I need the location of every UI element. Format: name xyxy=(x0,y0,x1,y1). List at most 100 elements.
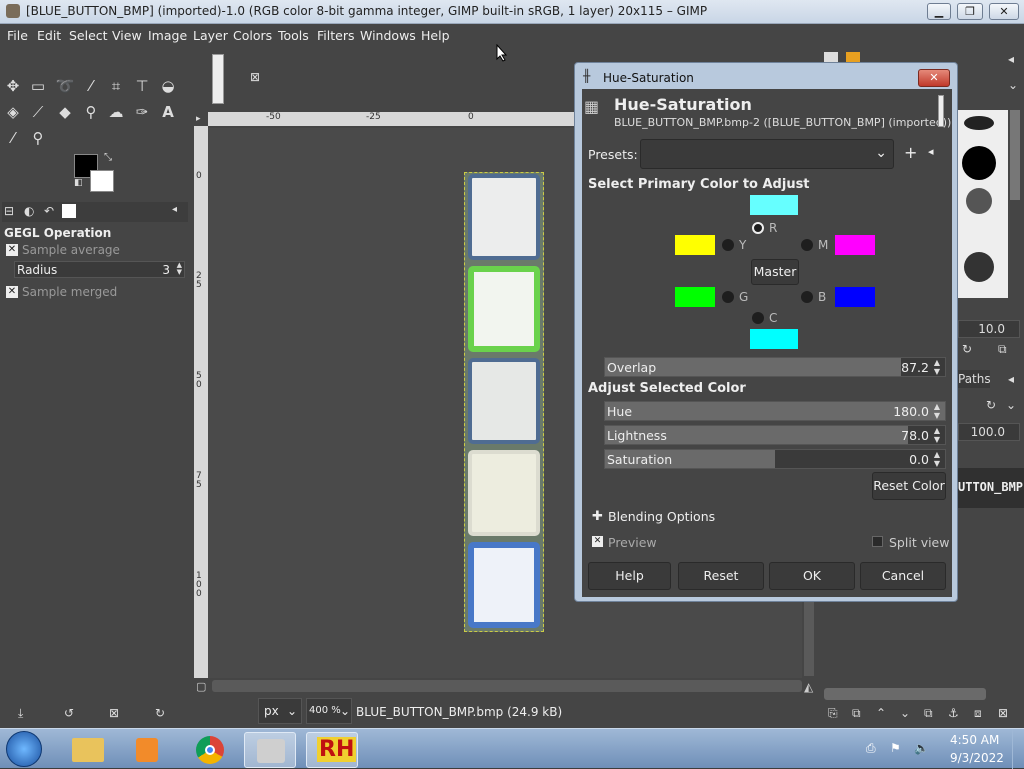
overlap-slider[interactable]: Overlap 87.2 ▲ ▼ xyxy=(604,357,946,377)
zoom-select[interactable]: 400 % ⌄ xyxy=(306,698,352,724)
clone-icon[interactable]: ⚲ xyxy=(81,102,101,122)
radius-spinner[interactable]: Radius 3 ▲ ▼ xyxy=(14,261,185,278)
layers-scrollbar[interactable] xyxy=(824,688,986,700)
duplicate-layer-icon[interactable]: ⧉ xyxy=(924,706,933,721)
refresh-brushes-icon[interactable]: ↻ xyxy=(962,342,972,356)
reset-options-icon[interactable]: ↻ xyxy=(155,706,165,720)
fuzzy-select-icon[interactable]: ⁄ xyxy=(81,76,101,96)
navigate-icon[interactable]: ◭ xyxy=(804,680,813,694)
anchor-layer-icon[interactable]: ⚓ xyxy=(948,706,959,720)
delete-options-icon[interactable]: ⊠ xyxy=(109,706,119,720)
opacity-field[interactable]: 100.0 xyxy=(958,423,1020,441)
brush-scrollbar[interactable] xyxy=(1010,110,1020,200)
eraser-icon[interactable]: ◆ xyxy=(55,102,75,122)
raise-layer-icon[interactable]: ⌃ xyxy=(876,706,886,720)
spin-arrows-icon[interactable]: ▲ ▼ xyxy=(931,358,943,376)
clock-date[interactable]: 9/3/2022 xyxy=(950,751,1004,765)
move-tool-icon[interactable]: ✥ xyxy=(3,76,23,96)
help-button[interactable]: Help xyxy=(588,562,671,590)
rect-select-icon[interactable]: ▭ xyxy=(28,76,48,96)
radio-c[interactable] xyxy=(752,312,764,324)
menu-select[interactable]: Select xyxy=(69,28,108,43)
zoom-tool-icon[interactable]: ⚲ xyxy=(28,128,48,148)
close-image-tab-icon[interactable]: ⊠ xyxy=(250,70,260,84)
preset-menu-icon[interactable]: ◂ xyxy=(928,145,934,158)
action-center-icon[interactable]: ⚑ xyxy=(890,741,901,755)
lock-icon[interactable]: ↻ xyxy=(986,398,996,412)
split-view-checkbox[interactable] xyxy=(872,536,883,547)
chevron-down-icon[interactable]: ⌄ xyxy=(1006,398,1016,412)
save-options-icon[interactable]: ⤓ xyxy=(18,706,23,721)
resource-hacker-taskbar-icon[interactable]: RH xyxy=(306,732,358,768)
gimp-taskbar-icon[interactable] xyxy=(244,732,296,768)
smudge-icon[interactable]: ☁ xyxy=(106,102,126,122)
default-colors-icon[interactable]: ◧ xyxy=(74,178,83,188)
tab-menu-icon[interactable]: ◂ xyxy=(1008,52,1014,66)
spin-arrows-icon[interactable]: ▲ ▼ xyxy=(931,402,943,420)
mask-layer-icon[interactable]: ⧈ xyxy=(974,706,982,721)
add-preset-icon[interactable]: + xyxy=(904,143,917,162)
new-layer-group-icon[interactable]: ⧉ xyxy=(852,706,861,721)
horizontal-scrollbar[interactable] xyxy=(212,680,802,692)
lightness-slider[interactable]: Lightness 78.0 ▲ ▼ xyxy=(604,425,946,445)
warp-icon[interactable]: ◒ xyxy=(158,76,178,96)
text-tool-icon[interactable]: A xyxy=(158,102,178,122)
preview-checkbox[interactable]: ✕ xyxy=(592,536,603,547)
menu-layer[interactable]: Layer xyxy=(193,28,228,43)
quick-mask-toggle-icon[interactable]: ▢ xyxy=(196,680,206,693)
ok-button[interactable]: OK xyxy=(769,562,855,590)
start-button[interactable] xyxy=(6,731,42,767)
tab-menu-icon[interactable]: ◂ xyxy=(1008,372,1014,386)
radio-m[interactable] xyxy=(801,239,813,251)
images-tab-icon[interactable] xyxy=(62,204,76,218)
sample-average-checkbox[interactable]: ✕ xyxy=(6,244,18,256)
reset-color-button[interactable]: Reset Color xyxy=(872,472,946,500)
hue-slider[interactable]: Hue 180.0 ▲ ▼ xyxy=(604,401,946,421)
menu-help[interactable]: Help xyxy=(421,28,450,43)
network-icon[interactable]: ⎙ xyxy=(866,741,876,756)
menu-colors[interactable]: Colors xyxy=(233,28,272,43)
menu-tools[interactable]: Tools xyxy=(278,28,309,43)
chevron-down-icon[interactable]: ⌄ xyxy=(1008,78,1018,92)
maximize-button[interactable]: ❐ xyxy=(957,3,983,20)
radio-r[interactable] xyxy=(752,222,764,234)
unit-select[interactable]: px ⌄ xyxy=(258,698,302,724)
master-button[interactable]: Master xyxy=(751,259,799,285)
close-button[interactable]: ✕ xyxy=(989,3,1019,20)
blending-expander-icon[interactable]: ✚ xyxy=(592,509,603,524)
tool-options-tab-icon[interactable]: ⊟ xyxy=(4,204,14,218)
cancel-button[interactable]: Cancel xyxy=(860,562,946,590)
explorer-taskbar-icon[interactable] xyxy=(62,732,114,768)
brush-spacing-field[interactable]: 10.0 xyxy=(958,320,1020,338)
dialog-close-button[interactable]: ✕ xyxy=(918,69,950,87)
radio-g[interactable] xyxy=(722,291,734,303)
volume-icon[interactable]: 🔈 xyxy=(914,741,929,755)
delete-layer-icon[interactable]: ⊠ xyxy=(998,706,1008,720)
open-brush-icon[interactable]: ⧉ xyxy=(998,342,1007,357)
minimize-button[interactable]: ▁ xyxy=(927,3,951,20)
restore-options-icon[interactable]: ↺ xyxy=(64,706,74,720)
menu-edit[interactable]: Edit xyxy=(37,28,61,43)
device-status-tab-icon[interactable]: ◐ xyxy=(24,204,34,218)
menu-filters[interactable]: Filters xyxy=(317,28,354,43)
quick-mask-corner-icon[interactable]: ▸ xyxy=(196,114,201,124)
paintbrush-icon[interactable]: ⟋ xyxy=(28,102,48,122)
lasso-icon[interactable]: ➰ xyxy=(55,76,75,96)
swap-colors-icon[interactable]: ⤡ xyxy=(104,152,112,163)
paths-icon[interactable]: ✑ xyxy=(132,102,152,122)
bucket-fill-icon[interactable]: ◈ xyxy=(3,102,23,122)
radio-y[interactable] xyxy=(722,239,734,251)
menu-view[interactable]: View xyxy=(112,28,142,43)
lower-layer-icon[interactable]: ⌄ xyxy=(900,706,910,720)
spin-arrows-icon[interactable]: ▲ ▼ xyxy=(177,262,182,276)
spin-arrows-icon[interactable]: ▲ ▼ xyxy=(931,426,943,444)
chrome-taskbar-icon[interactable] xyxy=(184,732,236,768)
menu-windows[interactable]: Windows xyxy=(360,28,416,43)
crop-icon[interactable]: ⌗ xyxy=(106,76,126,96)
clock-time[interactable]: 4:50 AM xyxy=(950,733,999,747)
tab-menu-icon[interactable]: ◂ xyxy=(172,204,177,215)
image-thumbnail[interactable] xyxy=(212,54,224,104)
show-desktop-button[interactable] xyxy=(1012,729,1024,769)
menu-image[interactable]: Image xyxy=(148,28,187,43)
unified-transform-icon[interactable]: ⊤ xyxy=(132,76,152,96)
